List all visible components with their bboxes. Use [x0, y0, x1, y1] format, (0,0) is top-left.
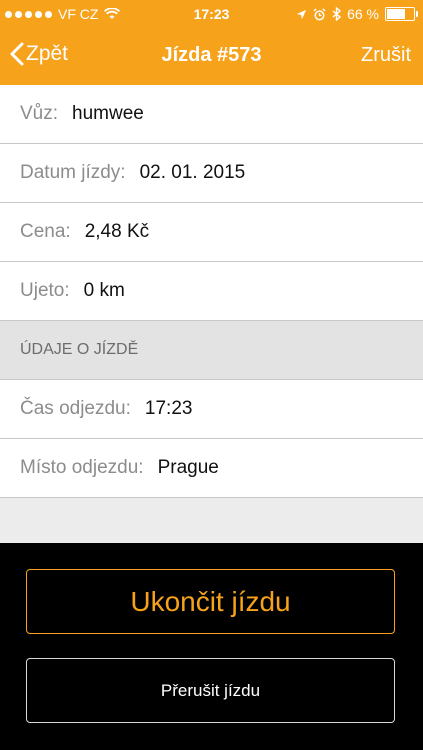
departure-time-row: Čas odjezdu: 17:23 — [0, 380, 423, 439]
pause-ride-button[interactable]: Přerušit jízdu — [26, 658, 395, 723]
status-bar: VF CZ 17:23 66 % — [0, 0, 423, 28]
distance-row: Ujeto: 0 km — [0, 262, 423, 321]
status-right: 66 % — [296, 6, 418, 22]
departure-time-value: 17:23 — [144, 398, 193, 419]
vehicle-row: Vůz: humwee — [0, 85, 423, 144]
cancel-button[interactable]: Zrušit — [361, 44, 411, 67]
departure-time-label: Čas odjezdu: — [20, 398, 131, 419]
battery-level-fill — [387, 9, 406, 19]
page-title: Jízda #573 — [161, 44, 262, 66]
bluetooth-icon — [332, 7, 342, 21]
price-value: 2,48 Kč — [84, 221, 150, 242]
action-panel: Ukončit jízdu Přerušit jízdu — [0, 543, 423, 750]
departure-place-label: Místo odjezdu: — [20, 457, 144, 478]
departure-place-value: Prague — [157, 457, 219, 478]
departure-place-row: Místo odjezdu: Prague — [0, 439, 423, 498]
navigation-bar: Zpět Jízda #573 Zrušit — [0, 28, 423, 85]
ride-date-label: Datum jízdy: — [20, 162, 126, 183]
ride-date-row: Datum jízdy: 02. 01. 2015 — [0, 144, 423, 203]
distance-label: Ujeto: — [20, 280, 70, 301]
vehicle-label: Vůz: — [20, 103, 59, 124]
price-row: Cena: 2,48 Kč — [0, 203, 423, 262]
end-ride-button[interactable]: Ukončit jízdu — [26, 569, 395, 634]
battery-percent: 66 % — [347, 6, 379, 22]
distance-value: 0 km — [83, 280, 125, 301]
ride-date-value: 02. 01. 2015 — [139, 162, 246, 183]
ride-detail-list: Vůz: humwee Datum jízdy: 02. 01. 2015 Ce… — [0, 85, 423, 498]
battery-icon — [385, 7, 418, 21]
vehicle-value: humwee — [72, 103, 144, 124]
location-arrow-icon — [296, 9, 307, 19]
price-label: Cena: — [20, 221, 71, 242]
alarm-icon — [313, 7, 326, 20]
section-header-ride-details: ÚDAJE O JÍZDĚ — [0, 321, 423, 380]
